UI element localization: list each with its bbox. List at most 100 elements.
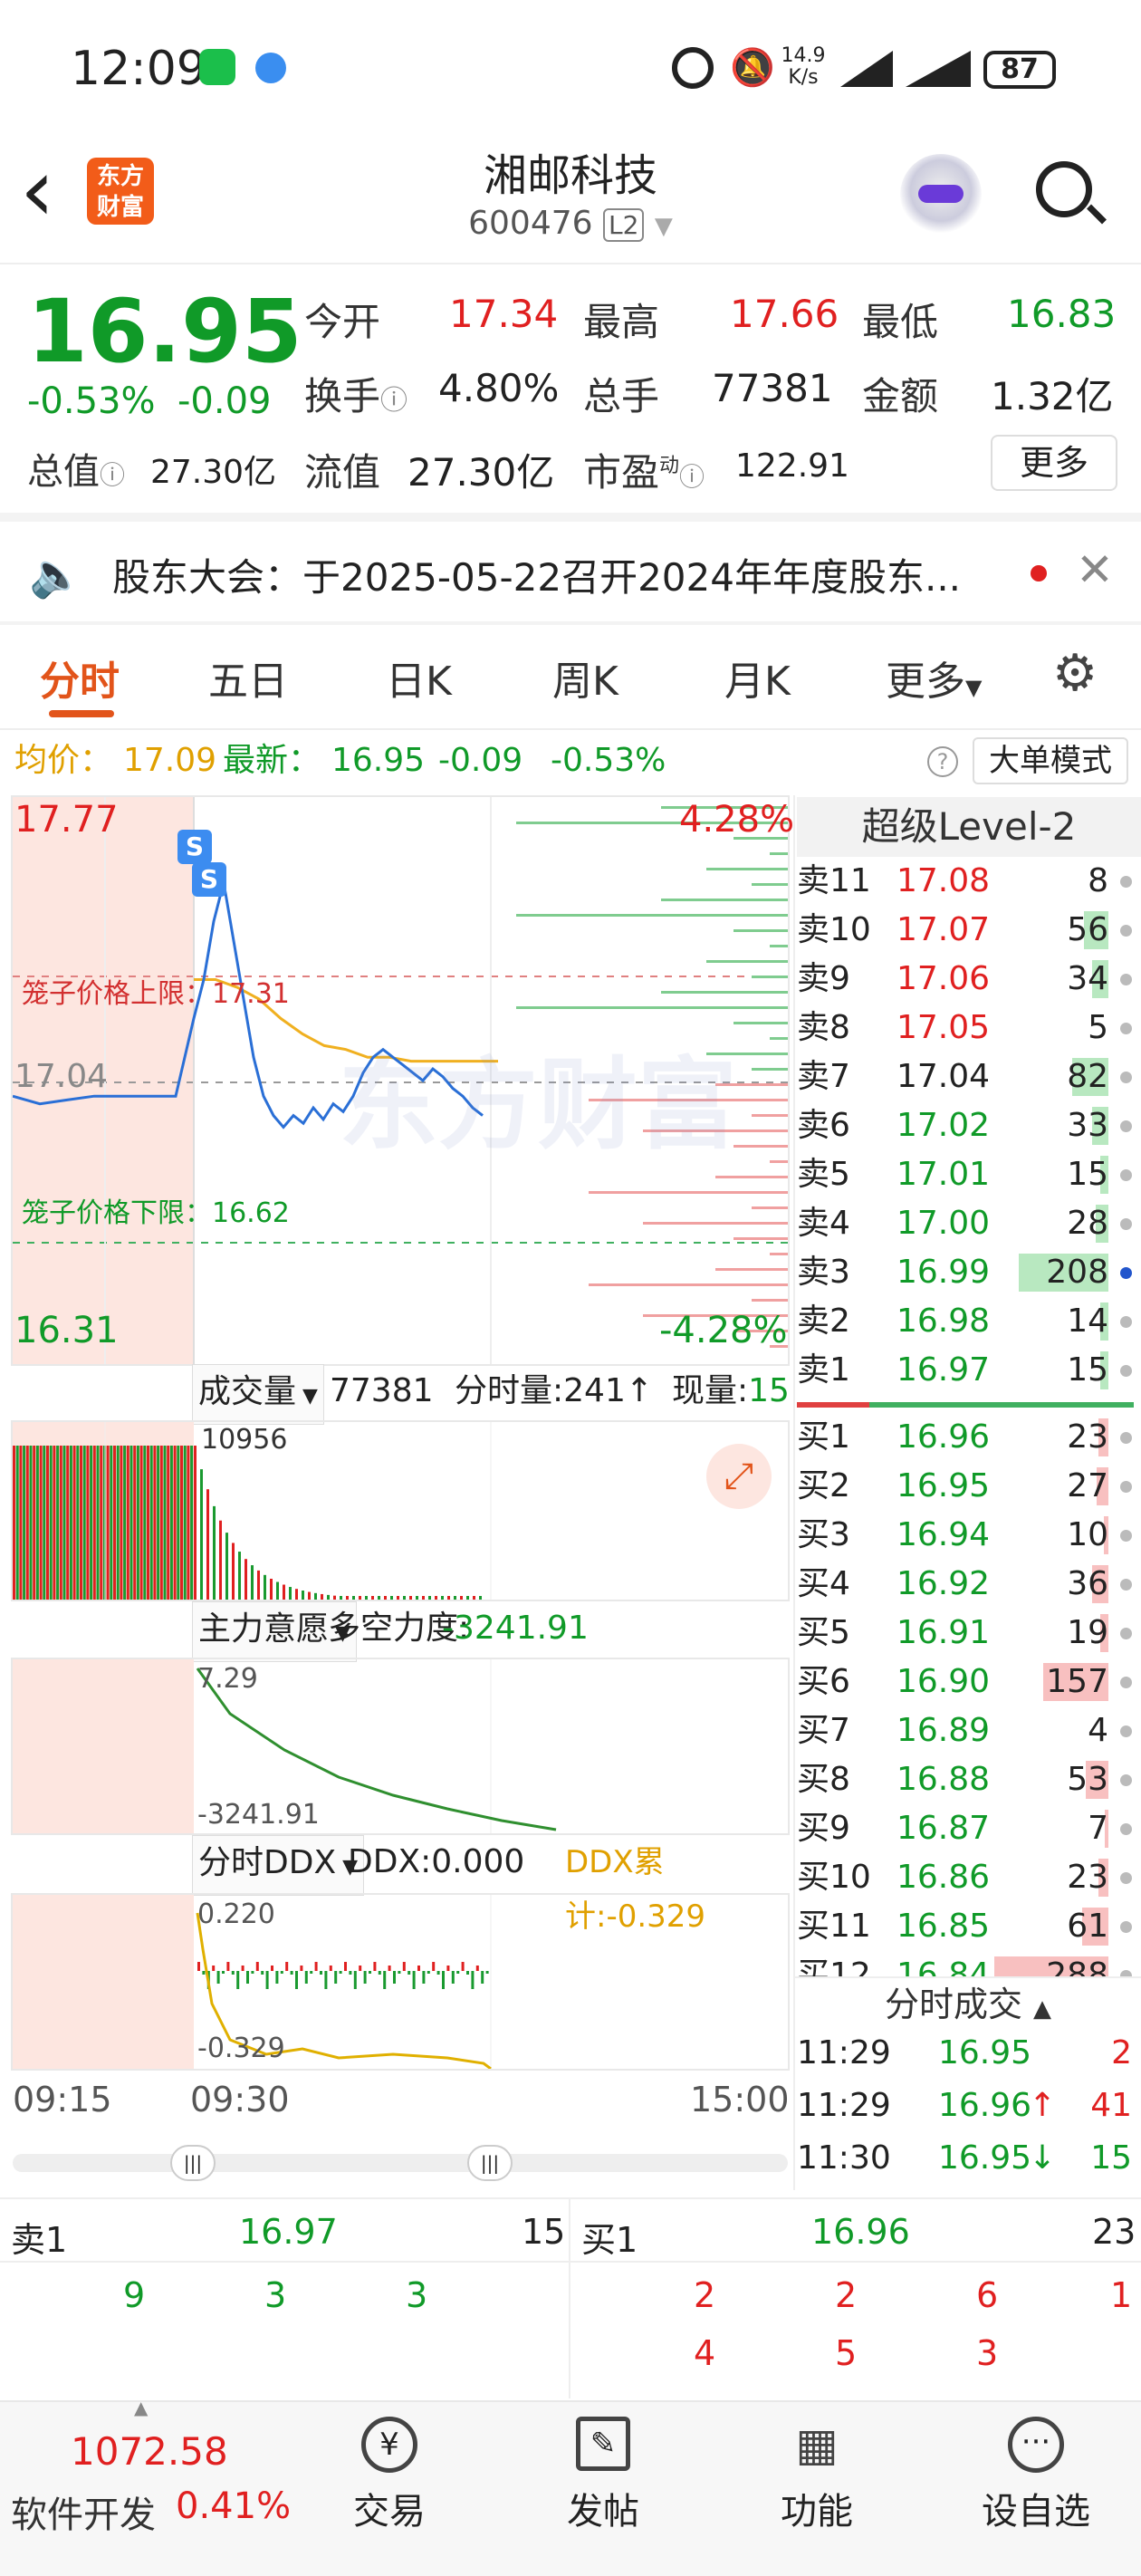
volume-bar xyxy=(59,1446,62,1600)
gear-icon[interactable]: ⚙ xyxy=(1052,649,1098,699)
order-book-row[interactable]: 买4 16.92 36 xyxy=(797,1560,1141,1609)
order-book-row[interactable]: 买9 16.87 7 xyxy=(797,1804,1141,1853)
order-book-row[interactable]: 买6 16.90 157 xyxy=(797,1658,1141,1706)
dot-icon xyxy=(1120,1872,1132,1884)
tab-monthly-k[interactable]: 月K xyxy=(724,649,791,706)
main-force-chart[interactable]: 7.29 -3241.91 xyxy=(11,1658,790,1835)
order-book-row[interactable]: 买7 16.89 4 xyxy=(797,1706,1141,1755)
order-book-row[interactable]: 买10 16.86 23 xyxy=(797,1853,1141,1902)
order-book-row[interactable]: 卖5 17.01 15 xyxy=(797,1150,1141,1199)
volume-bar xyxy=(333,1595,336,1600)
notice-bar[interactable]: 🔈 股东大会：于2025-05-22召开2024年年度股东... ✕ xyxy=(0,522,1141,621)
back-button[interactable]: ‹ xyxy=(20,147,54,234)
status-time: 12:09 xyxy=(71,42,206,96)
tab-5day[interactable]: 五日 xyxy=(208,649,288,706)
nav-function[interactable]: ▦ 功能 xyxy=(772,2417,862,2534)
ddx-bar xyxy=(231,1971,235,1975)
order-book-row[interactable]: 买11 16.85 61 xyxy=(797,1902,1141,1951)
tab-daily-k[interactable]: 日K xyxy=(386,649,452,706)
help-icon[interactable]: ? xyxy=(927,746,958,777)
stock-code[interactable]: 600476 L2 ▼ xyxy=(426,205,715,242)
search-icon[interactable] xyxy=(1036,161,1107,225)
trades-title[interactable]: 分时成交 ▲ xyxy=(795,1976,1141,2029)
slider-handle-left[interactable]: ||| xyxy=(170,2145,216,2181)
order-book-row[interactable]: 卖4 17.00 28 xyxy=(797,1199,1141,1248)
volume-bar xyxy=(283,1584,285,1600)
y-bottom-label: 16.31 xyxy=(14,1310,119,1351)
intraday-chart[interactable]: 东方财富 17.77 17.04 16.31 4.28% -4.28% 笼子价格… xyxy=(11,795,794,1366)
latest-value: 16.95 xyxy=(331,742,426,779)
s-marker-icon[interactable]: S xyxy=(177,830,212,864)
s-marker-icon[interactable]: S xyxy=(192,862,226,897)
robot-avatar-icon[interactable] xyxy=(900,154,982,235)
volume-bar xyxy=(169,1446,173,1600)
order-book-row[interactable]: 卖11 17.08 8 xyxy=(797,857,1141,906)
turnover-label: 换手ⓘ xyxy=(304,374,408,418)
eastmoney-logo[interactable]: 东方 财富 xyxy=(87,158,154,225)
volume-bar xyxy=(289,1587,292,1600)
ddx-bar xyxy=(202,1971,206,1975)
volume-bar xyxy=(409,1596,412,1600)
order-book-row[interactable]: 卖9 17.06 34 xyxy=(797,955,1141,1004)
quote-panel: 16.95 -0.53% -0.09 今开 17.34 最高 17.66 最低 … xyxy=(0,264,1141,507)
order-book-row[interactable]: 卖1 16.97 15 xyxy=(797,1346,1141,1395)
nav-post[interactable]: ✎ 发帖 xyxy=(558,2417,648,2534)
trade-price: 16.95 xyxy=(938,2034,1032,2071)
order-book-row[interactable]: 卖3 16.99 208 xyxy=(797,1248,1141,1297)
ddx-bar xyxy=(197,1962,200,1971)
volume-bar xyxy=(43,1446,46,1600)
volume-indicator-select[interactable]: 成交量 ▼ xyxy=(192,1364,324,1425)
order-book-row[interactable]: 买1 16.96 23 xyxy=(797,1413,1141,1462)
order-book-row[interactable]: 卖6 17.02 33 xyxy=(797,1101,1141,1150)
depth-bar xyxy=(516,1006,788,1009)
order-book-row[interactable]: 卖8 17.05 5 xyxy=(797,1004,1141,1053)
ddx-bar xyxy=(295,1971,298,1989)
amount-label: 金额 xyxy=(862,374,939,418)
ddx-bar xyxy=(320,1971,322,1975)
ddx-chart[interactable]: 0.220 -0.329 xyxy=(11,1893,790,2071)
sector-name[interactable]: 软件开发 xyxy=(11,2485,156,2538)
level-qty: 56 xyxy=(1067,911,1108,948)
order-book-row[interactable]: 卖7 17.04 82 xyxy=(797,1053,1141,1101)
order-book-row[interactable]: 卖2 16.98 14 xyxy=(797,1297,1141,1346)
level-label: 买3 xyxy=(797,1516,850,1553)
order-book-row[interactable]: 买8 16.88 53 xyxy=(797,1755,1141,1804)
volume-bar xyxy=(416,1596,418,1600)
tab-intraday[interactable]: 分时 xyxy=(40,649,120,706)
volume-bar xyxy=(378,1596,380,1600)
volume-bar xyxy=(69,1446,72,1600)
x-axis-open: 09:30 xyxy=(190,2080,290,2119)
order-book-row[interactable]: 买3 16.94 10 xyxy=(797,1511,1141,1560)
order-book-row[interactable]: 买5 16.91 19 xyxy=(797,1609,1141,1658)
depth-bar xyxy=(643,1222,788,1225)
mcap-value: 27.30亿 xyxy=(150,454,277,491)
tab-weekly-k[interactable]: 周K xyxy=(552,649,618,706)
nav-trade[interactable]: ¥ 交易 xyxy=(344,2417,435,2534)
slider-handle-right[interactable]: ||| xyxy=(467,2145,513,2181)
level-price: 17.07 xyxy=(896,911,991,948)
expand-icon[interactable]: ⤢ xyxy=(706,1444,772,1509)
main-force-bottom: -3241.91 xyxy=(197,1799,320,1831)
order-book-row[interactable]: 买2 16.95 27 xyxy=(797,1462,1141,1511)
volume-bar xyxy=(72,1446,76,1600)
big-order-mode-button[interactable]: 大单模式 xyxy=(973,737,1128,784)
bid-order: 4 xyxy=(694,2333,716,2373)
volume-chart[interactable]: 10956 ⤢ xyxy=(11,1420,790,1601)
volume-bar xyxy=(80,1446,82,1600)
order-book-row[interactable]: 卖10 17.07 56 xyxy=(797,906,1141,955)
volume-bar xyxy=(340,1596,342,1600)
l2-badge: L2 xyxy=(603,208,645,242)
dot-icon xyxy=(1120,1365,1132,1377)
tab-more[interactable]: 更多▼ xyxy=(886,649,982,706)
level2-title[interactable]: 超级Level-2 xyxy=(797,797,1141,857)
range-slider[interactable] xyxy=(13,2154,788,2172)
level-price: 16.86 xyxy=(896,1859,991,1896)
volume-bar xyxy=(428,1596,431,1600)
ddx-select[interactable]: 分时DDX ▼ xyxy=(192,1835,365,1896)
more-button[interactable]: 更多 xyxy=(991,435,1117,491)
close-icon[interactable]: ✕ xyxy=(1076,543,1114,596)
index-value[interactable]: 1072.58 xyxy=(71,2429,228,2474)
level-price: 16.94 xyxy=(896,1516,991,1553)
ddx-bar xyxy=(373,1962,377,1971)
nav-add-watch[interactable]: ··· 设自选 xyxy=(973,2417,1099,2534)
